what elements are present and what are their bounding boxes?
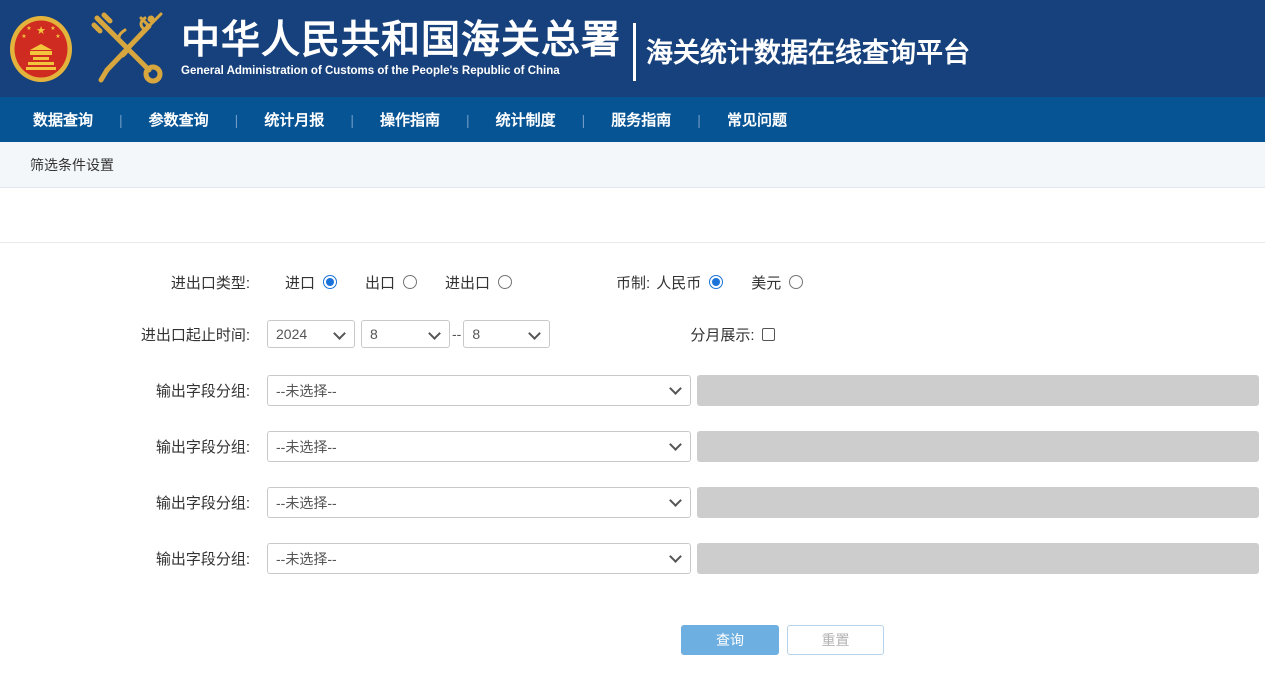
nav-item-guide[interactable]: 操作指南 — [380, 109, 440, 130]
nav-item-data-query[interactable]: 数据查询 — [33, 109, 93, 130]
year-select[interactable]: 2024 — [267, 320, 355, 348]
output-group-value-bar-3 — [697, 487, 1259, 518]
nav-item-param-query[interactable]: 参数查询 — [149, 109, 209, 130]
radio-rmb[interactable] — [709, 275, 723, 289]
output-group-value-bar-4 — [697, 543, 1259, 574]
nav-item-service-guide[interactable]: 服务指南 — [611, 109, 671, 130]
nav-separator: | — [350, 112, 354, 128]
option-label: 人民币 — [656, 272, 701, 293]
svg-text:★: ★ — [55, 33, 60, 40]
output-group-label: 输出字段分组: — [0, 380, 250, 401]
page: ★ ★ ★ ★ ★ — [0, 0, 1265, 692]
start-month-select[interactable]: 8 — [361, 320, 450, 348]
content-divider — [0, 242, 1265, 243]
output-group-select-1[interactable]: --未选择-- — [267, 375, 691, 406]
nav-separator: | — [466, 112, 470, 128]
output-group-select-3[interactable]: --未选择-- — [267, 487, 691, 518]
nav-separator: | — [582, 112, 586, 128]
main-nav: 数据查询 | 参数查询 | 统计月报 | 操作指南 | 统计制度 | 服务指南 … — [0, 97, 1265, 142]
output-group-select-4[interactable]: --未选择-- — [267, 543, 691, 574]
option-label: 出口 — [365, 272, 395, 293]
nav-separator: | — [697, 112, 701, 128]
radio-export[interactable] — [403, 275, 417, 289]
svg-text:★: ★ — [36, 25, 46, 37]
nav-separator: | — [119, 112, 123, 128]
output-group-select-2[interactable]: --未选择-- — [267, 431, 691, 462]
national-emblem-icon: ★ ★ ★ ★ ★ — [9, 13, 73, 85]
org-title-en: General Administration of Customs of the… — [181, 65, 621, 77]
trade-type-option-import[interactable]: 进口 — [285, 272, 337, 293]
monthly-display-checkbox[interactable] — [762, 328, 775, 341]
trade-type-option-both[interactable]: 进出口 — [445, 272, 512, 293]
output-group-value-bar-2 — [697, 431, 1259, 462]
end-month-select[interactable]: 8 — [463, 320, 550, 348]
output-group-row-2: 输出字段分组: --未选择-- — [0, 431, 1259, 462]
nav-item-faq[interactable]: 常见问题 — [727, 109, 787, 130]
radio-usd[interactable] — [789, 275, 803, 289]
output-group-label: 输出字段分组: — [0, 548, 250, 569]
output-group-row-4: 输出字段分组: --未选择-- — [0, 543, 1259, 574]
option-label: 进口 — [285, 272, 315, 293]
nav-item-statistics-system[interactable]: 统计制度 — [496, 109, 556, 130]
monthly-display-label: 分月展示: — [690, 324, 754, 345]
svg-text:★: ★ — [21, 33, 26, 40]
currency-option-usd[interactable]: 美元 — [751, 272, 803, 293]
date-range-label: 进出口起止时间: — [0, 324, 250, 345]
header-divider — [633, 23, 636, 81]
radio-both[interactable] — [498, 275, 512, 289]
radio-import[interactable] — [323, 275, 337, 289]
org-title-cn: 中华人民共和国海关总署 — [181, 20, 621, 63]
nav-separator: | — [235, 112, 239, 128]
svg-text:★: ★ — [50, 25, 55, 32]
currency-label: 币制: — [616, 272, 650, 293]
action-buttons: 查询 重置 — [681, 625, 884, 655]
svg-text:★: ★ — [26, 25, 31, 32]
output-group-row-3: 输出字段分组: --未选择-- — [0, 487, 1259, 518]
currency-option-rmb[interactable]: 人民币 — [656, 272, 723, 293]
option-label: 进出口 — [445, 272, 490, 293]
output-group-row-1: 输出字段分组: --未选择-- — [0, 375, 1259, 406]
breadcrumb: 筛选条件设置 — [30, 155, 114, 175]
output-group-label: 输出字段分组: — [0, 436, 250, 457]
org-titles: 中华人民共和国海关总署 General Administration of Cu… — [181, 20, 621, 77]
date-range-separator: -- — [452, 326, 461, 342]
platform-title: 海关统计数据在线查询平台 — [646, 31, 970, 70]
site-header: ★ ★ ★ ★ ★ — [0, 0, 1265, 97]
trade-type-option-export[interactable]: 出口 — [365, 272, 417, 293]
date-range-row: 进出口起止时间: 2024 8 -- 8 分月展示: — [0, 319, 775, 349]
breadcrumb-bar: 筛选条件设置 — [0, 142, 1265, 188]
reset-button[interactable]: 重置 — [787, 625, 884, 655]
option-label: 美元 — [751, 272, 781, 293]
nav-item-monthly-report[interactable]: 统计月报 — [264, 109, 324, 130]
trade-type-label: 进出口类型: — [0, 272, 250, 293]
trade-type-row: 进出口类型: 进口 出口 进出口 币制: 人民币 美元 — [0, 268, 803, 296]
customs-logo-icon — [87, 10, 171, 88]
output-group-label: 输出字段分组: — [0, 492, 250, 513]
query-button[interactable]: 查询 — [681, 625, 779, 655]
output-group-value-bar-1 — [697, 375, 1259, 406]
